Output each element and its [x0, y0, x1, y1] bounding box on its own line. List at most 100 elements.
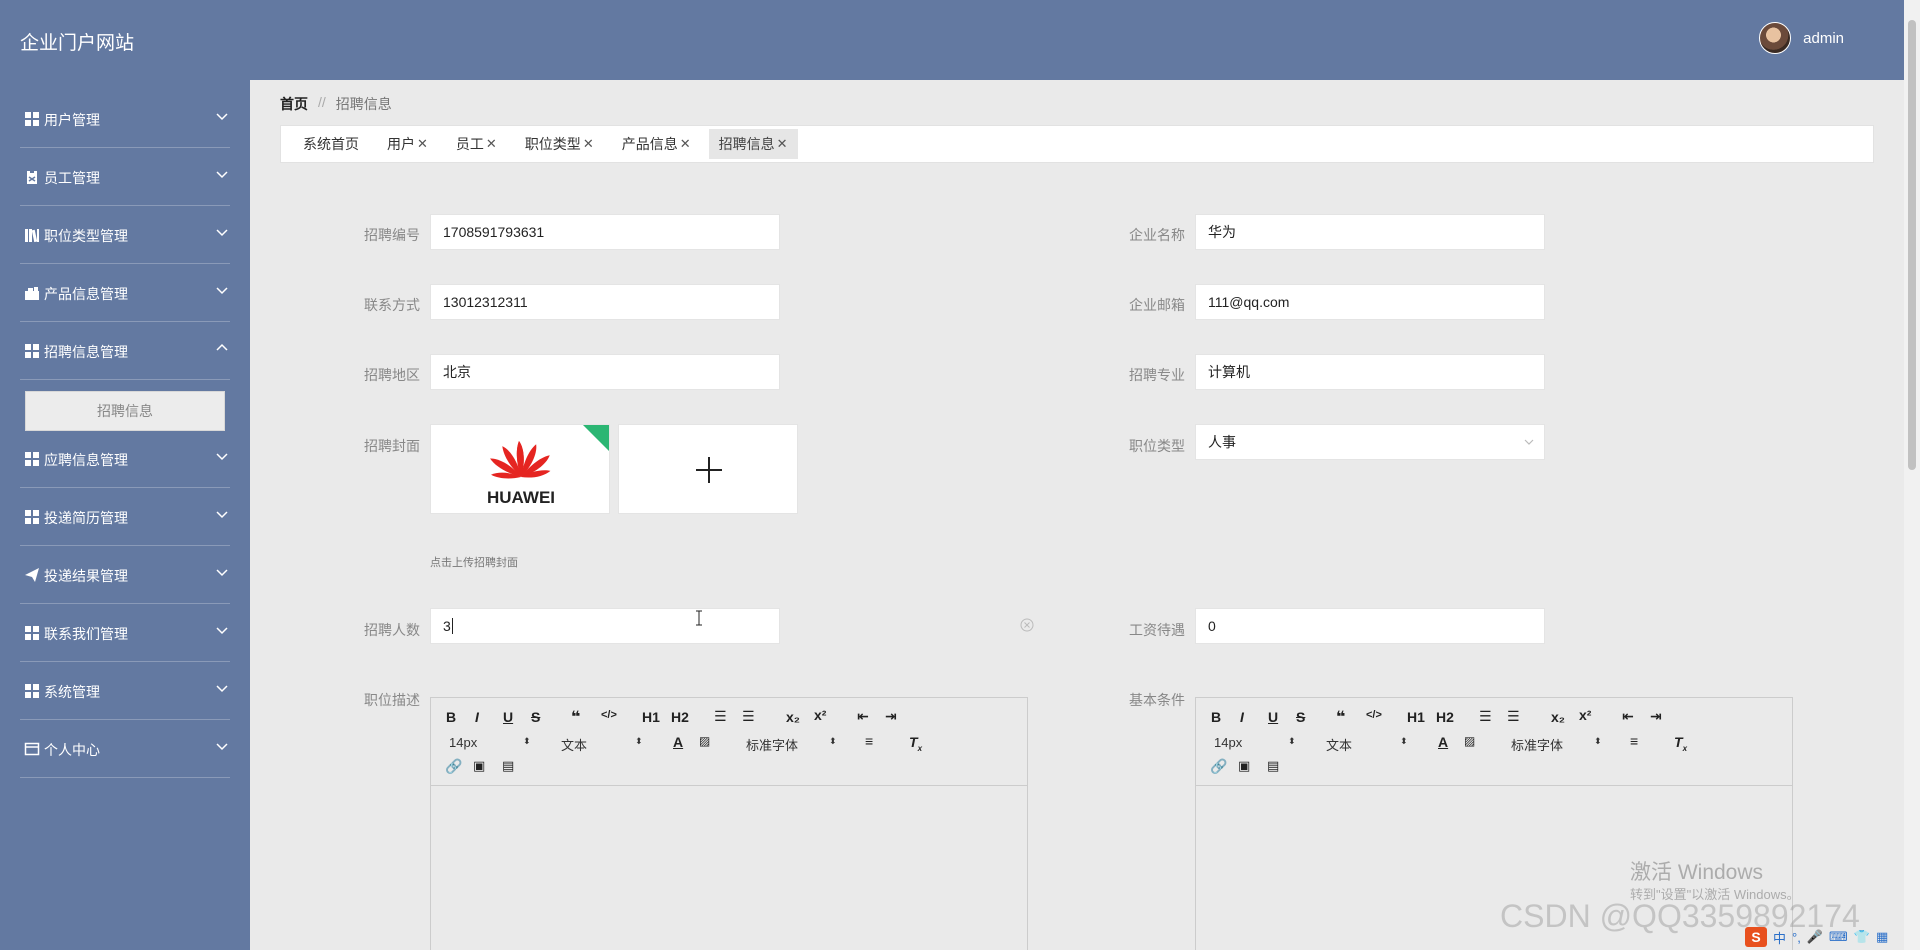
cover-image[interactable]: HUAWEI	[430, 424, 610, 514]
breadcrumb-home[interactable]: 首页	[280, 94, 308, 114]
superscript-icon[interactable]: x²	[814, 707, 826, 723]
h2-button[interactable]: H2	[1436, 709, 1454, 725]
region-input[interactable]: 北京	[430, 354, 780, 390]
font-color-icon[interactable]: A	[673, 734, 683, 750]
page-scrollbar[interactable]	[1904, 0, 1920, 950]
grid-icon[interactable]: ▦	[1876, 929, 1888, 945]
close-icon[interactable]: ✕	[486, 136, 497, 152]
sidebar-item-contact-management[interactable]: 联系我们管理	[0, 604, 250, 662]
font-size-select[interactable]: 14px	[449, 735, 477, 750]
format-select[interactable]: 文本	[561, 735, 587, 754]
clear-format-icon[interactable]: Tx	[1674, 734, 1687, 753]
avatar[interactable]	[1759, 22, 1792, 54]
h1-button[interactable]: H1	[1407, 709, 1425, 725]
bold-button[interactable]: B	[446, 709, 456, 725]
sidebar-item-position-type-management[interactable]: 职位类型管理	[0, 206, 250, 264]
keyboard-icon[interactable]: ⌨	[1829, 929, 1848, 945]
indent-icon[interactable]: ⇥	[1650, 708, 1662, 725]
outdent-icon[interactable]: ⇤	[857, 708, 869, 725]
description-editor[interactable]: B I U S ❝ </> H1 H2 ☰ ☰ x₂ x² ⇤ ⇥ 14px ⬍…	[430, 697, 1028, 950]
video-icon[interactable]: ▤	[1267, 758, 1279, 774]
sidebar-item-result-management[interactable]: 投递结果管理	[0, 546, 250, 604]
ime-mode[interactable]: 中	[1773, 928, 1786, 947]
company-name-input[interactable]: 华为	[1195, 214, 1545, 250]
indent-icon[interactable]: ⇥	[885, 708, 897, 725]
contact-input[interactable]: 13012312311	[430, 284, 780, 320]
code-icon[interactable]: </>	[601, 709, 617, 721]
tab-home[interactable]: 系统首页	[293, 129, 369, 159]
video-icon[interactable]: ▤	[502, 758, 514, 774]
user-menu[interactable]: admin	[1759, 22, 1844, 54]
italic-button[interactable]: I	[1240, 709, 1244, 725]
sidebar-item-system-management[interactable]: 系统管理	[0, 662, 250, 720]
tab-product-info[interactable]: 产品信息 ✕	[612, 129, 701, 159]
bold-button[interactable]: B	[1211, 709, 1221, 725]
image-icon[interactable]: ▣	[1238, 758, 1250, 774]
font-size-select[interactable]: 14px	[1214, 735, 1242, 750]
subscript-icon[interactable]: x₂	[1551, 709, 1565, 725]
underline-button[interactable]: U	[1268, 709, 1278, 725]
close-icon[interactable]: ✕	[680, 136, 691, 152]
strike-button[interactable]: S	[531, 709, 540, 725]
tab-user[interactable]: 用户 ✕	[377, 129, 438, 159]
format-select[interactable]: 文本	[1326, 735, 1352, 754]
tab-recruitment-info[interactable]: 招聘信息 ✕	[708, 129, 798, 159]
ordered-list-icon[interactable]: ☰	[1479, 708, 1492, 725]
clear-icon[interactable]	[1020, 618, 1034, 632]
sidebar-item-product-management[interactable]: 产品信息管理	[0, 264, 250, 322]
font-color-icon[interactable]: A	[1438, 734, 1448, 750]
link-icon[interactable]: 🔗	[1210, 758, 1227, 775]
italic-button[interactable]: I	[475, 709, 479, 725]
underline-button[interactable]: U	[503, 709, 513, 725]
company-email-input[interactable]: 111@qq.com	[1195, 284, 1545, 320]
label-cover: 招聘封面	[364, 438, 420, 454]
sidebar-item-personal-center[interactable]: 个人中心	[0, 720, 250, 778]
strike-button[interactable]: S	[1296, 709, 1305, 725]
headcount-input[interactable]: 3	[430, 608, 780, 644]
major-input[interactable]: 计算机	[1195, 354, 1545, 390]
h1-button[interactable]: H1	[642, 709, 660, 725]
sidebar-item-resume-management[interactable]: 投递简历管理	[0, 488, 250, 546]
ordered-list-icon[interactable]: ☰	[714, 708, 727, 725]
subscript-icon[interactable]: x₂	[786, 709, 800, 725]
background-color-icon[interactable]: ▨	[699, 734, 710, 748]
submenu-recruitment-info[interactable]: 招聘信息	[25, 391, 225, 431]
outdent-icon[interactable]: ⇤	[1622, 708, 1634, 725]
sidebar-item-label: 员工管理	[44, 170, 100, 186]
close-icon[interactable]: ✕	[583, 136, 594, 152]
image-icon[interactable]: ▣	[473, 758, 485, 774]
font-family-select[interactable]: 标准字体	[1511, 735, 1563, 754]
quote-icon[interactable]: ❝	[1336, 707, 1345, 727]
shirt-icon[interactable]: 👕	[1854, 929, 1870, 945]
code-icon[interactable]: </>	[1366, 709, 1382, 721]
position-type-select[interactable]: 人事	[1195, 424, 1545, 460]
font-family-select[interactable]: 标准字体	[746, 735, 798, 754]
recruit-no-input[interactable]: 1708591793631	[430, 214, 780, 250]
user-name[interactable]: admin	[1803, 30, 1844, 47]
superscript-icon[interactable]: x²	[1579, 707, 1591, 723]
background-color-icon[interactable]: ▨	[1464, 734, 1475, 748]
align-icon[interactable]: ≡	[865, 733, 873, 749]
align-icon[interactable]: ≡	[1630, 733, 1638, 749]
tab-employee[interactable]: 员工 ✕	[446, 129, 507, 159]
microphone-icon[interactable]: 🎤	[1807, 929, 1823, 945]
link-icon[interactable]: 🔗	[445, 758, 462, 775]
close-icon[interactable]: ✕	[417, 136, 428, 152]
sidebar-item-employee-management[interactable]: 员工管理	[0, 148, 250, 206]
sidebar-item-recruitment-management[interactable]: 招聘信息管理	[0, 322, 250, 380]
sidebar-item-user-management[interactable]: 用户管理	[0, 90, 250, 148]
tab-position-type[interactable]: 职位类型 ✕	[515, 129, 604, 159]
scrollbar-thumb[interactable]	[1908, 20, 1916, 470]
clear-format-icon[interactable]: Tx	[909, 734, 922, 753]
salary-input[interactable]: 0	[1195, 608, 1545, 644]
h2-button[interactable]: H2	[671, 709, 689, 725]
ime-tray[interactable]: S 中 °, 🎤 ⌨ 👕 ▦	[1745, 926, 1888, 948]
sogou-icon[interactable]: S	[1745, 927, 1767, 947]
quote-icon[interactable]: ❝	[571, 707, 580, 727]
close-icon[interactable]: ✕	[777, 136, 788, 152]
sidebar-item-application-management[interactable]: 应聘信息管理	[0, 430, 250, 488]
bullet-list-icon[interactable]: ☰	[742, 708, 755, 725]
cover-upload-button[interactable]	[618, 424, 798, 514]
bullet-list-icon[interactable]: ☰	[1507, 708, 1520, 725]
punctuation-icon[interactable]: °,	[1792, 930, 1801, 945]
